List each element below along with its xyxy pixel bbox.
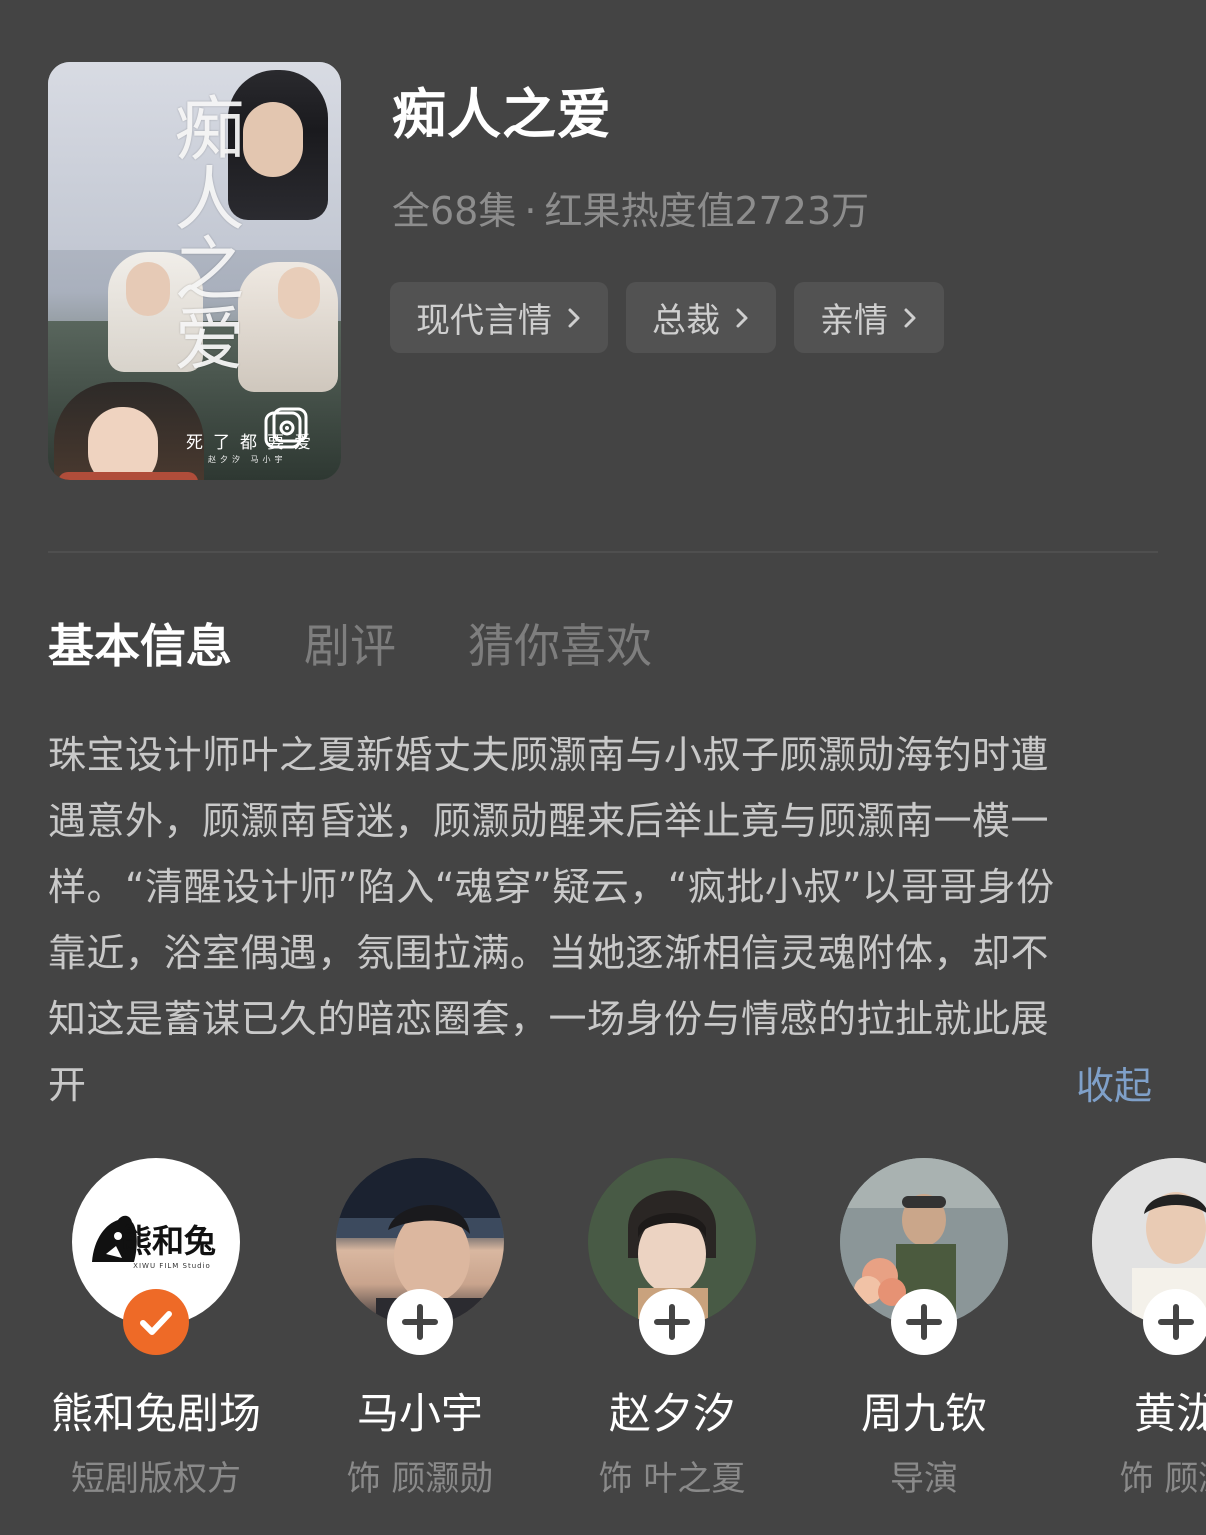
poster-credits: 赵夕汐 马小宇 bbox=[208, 455, 287, 464]
tag-ceo[interactable]: 总裁 bbox=[626, 282, 776, 353]
heat-value: 红果热度值2723万 bbox=[544, 189, 870, 233]
followed-check-button[interactable] bbox=[123, 1289, 189, 1355]
tab-recommendations[interactable]: 猜你喜欢 bbox=[468, 610, 652, 676]
cast-name: 赵夕汐 bbox=[608, 1389, 735, 1438]
collapse-link[interactable]: 收起 bbox=[1076, 1055, 1152, 1110]
tag-modern-romance[interactable]: 现代言情 bbox=[390, 282, 608, 353]
tag-family[interactable]: 亲情 bbox=[794, 282, 944, 353]
logo-subtext: XIWU FILM Studio bbox=[133, 1262, 211, 1270]
cast-role: 饰 叶之夏 bbox=[598, 1459, 746, 1499]
follow-button[interactable] bbox=[1143, 1289, 1206, 1355]
follow-button[interactable] bbox=[891, 1289, 957, 1355]
poster-face bbox=[243, 102, 303, 177]
synopsis-line: 靠近，浴室偶遇，氛围拉满。当她逐渐相信灵魂附体，却不 bbox=[48, 931, 1050, 975]
drama-meta: 全68集 · 红果热度值2723万 bbox=[392, 180, 869, 235]
drama-title: 痴人之爱 bbox=[392, 83, 612, 146]
tab-basic-info[interactable]: 基本信息 bbox=[48, 610, 232, 676]
synopsis-line: 开 bbox=[48, 1063, 87, 1107]
plus-icon bbox=[654, 1304, 690, 1340]
cast-list: 熊和兔 XIWU FILM Studio 熊和兔剧场 短剧版权方 马小宇 饰 顾… bbox=[0, 1158, 1206, 1535]
plus-icon bbox=[1158, 1304, 1194, 1340]
follow-button[interactable] bbox=[639, 1289, 705, 1355]
cast-role: 短剧版权方 bbox=[71, 1459, 241, 1499]
synopsis-line: 知这是蓄谋已久的暗恋圈套，一场身份与情感的拉扯就此展 bbox=[48, 997, 1050, 1041]
plus-icon bbox=[402, 1304, 438, 1340]
section-divider bbox=[48, 551, 1158, 553]
synopsis-line: 遇意外，顾灏南昏迷，顾灏勋醒来后举止竟与顾灏南一模一 bbox=[48, 799, 1050, 843]
poster-calligraphy-title: 痴人之爱 bbox=[163, 92, 245, 372]
synopsis-text: 珠宝设计师叶之夏新婚丈夫顾灏南与小叔子顾灏勋海钓时遭 遇意外，顾灏南昏迷，顾灏勋… bbox=[48, 722, 1158, 1118]
drama-detail-page: 痴人之爱 死了都要爱 赵夕汐 马小宇 痴人之爱 全68集 · 红果热度值2723万 … bbox=[0, 0, 1206, 1535]
synopsis-line: 样。“清醒设计师”陷入“魂穿”疑云，“疯批小叔”以哥哥身份 bbox=[48, 865, 1055, 909]
synopsis-line: 珠宝设计师叶之夏新婚丈夫顾灏南与小叔子顾灏勋海钓时遭 bbox=[48, 733, 1050, 777]
cast-role: 饰 顾灏 bbox=[1119, 1459, 1206, 1499]
logo-wordmark: 熊和兔 bbox=[120, 1222, 216, 1260]
camera-lens-icon bbox=[264, 407, 308, 449]
plus-icon bbox=[906, 1304, 942, 1340]
tab-reviews[interactable]: 剧评 bbox=[304, 610, 396, 676]
tag-label: 现代言情 bbox=[416, 301, 552, 341]
cast-role: 导演 bbox=[890, 1459, 958, 1499]
poster-face bbox=[278, 267, 320, 319]
tag-label: 亲情 bbox=[820, 301, 888, 341]
cast-name: 周九钦 bbox=[860, 1389, 987, 1438]
chevron-right-icon bbox=[568, 308, 580, 327]
cast-name: 马小宇 bbox=[356, 1389, 483, 1438]
follow-button[interactable] bbox=[387, 1289, 453, 1355]
detail-tabs: 基本信息 剧评 猜你喜欢 bbox=[48, 610, 652, 676]
meta-separator: · bbox=[524, 189, 537, 233]
genre-tags: 现代言情 总裁 亲情 bbox=[390, 282, 944, 353]
chevron-right-icon bbox=[904, 308, 916, 327]
cast-name: 熊和兔剧场 bbox=[50, 1389, 261, 1438]
cast-role: 饰 顾灏勋 bbox=[346, 1459, 494, 1499]
checkmark-icon bbox=[140, 1311, 172, 1335]
cast-name: 黄泷 bbox=[1133, 1389, 1206, 1438]
chevron-right-icon bbox=[736, 308, 748, 327]
drama-poster[interactable]: 痴人之爱 死了都要爱 赵夕汐 马小宇 bbox=[48, 62, 341, 480]
tag-label: 总裁 bbox=[652, 301, 720, 341]
poster-scarf bbox=[58, 472, 198, 480]
episode-count: 全68集 bbox=[392, 189, 517, 233]
